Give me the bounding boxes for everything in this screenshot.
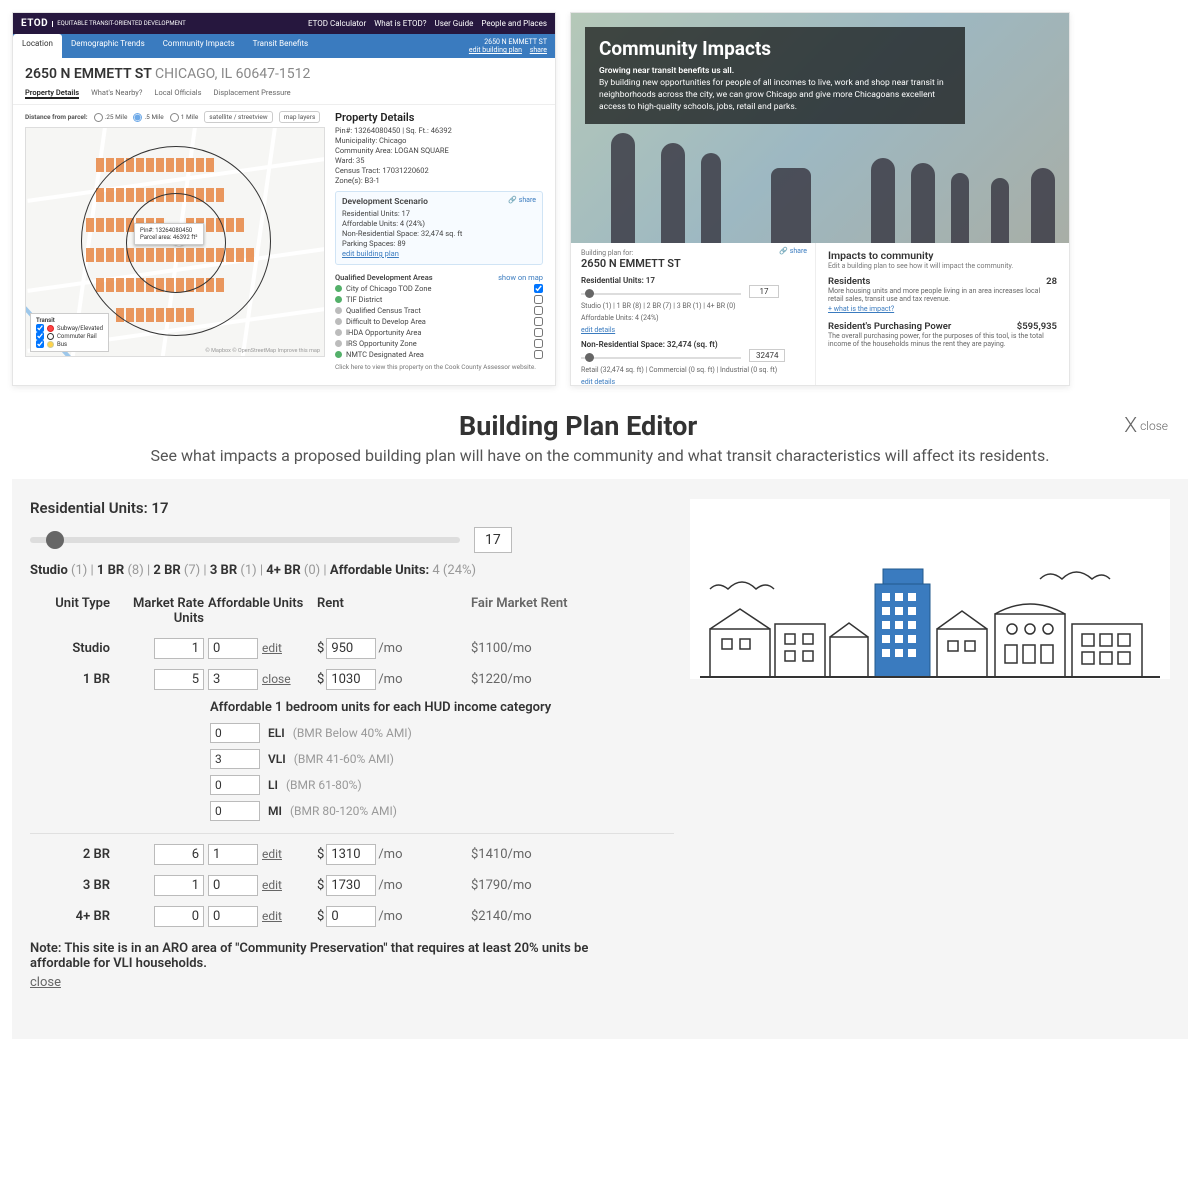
au-input[interactable]: 3	[208, 669, 258, 690]
editor-close[interactable]: X close	[1124, 414, 1168, 438]
bp-share[interactable]: 🔗 share	[779, 247, 807, 255]
unit-mix: Studio (1) | 1 BR (8) | 2 BR (7) | 3 BR …	[30, 563, 674, 578]
ru-slider[interactable]	[30, 537, 460, 543]
qda-check-2[interactable]	[534, 306, 543, 315]
map-credit: © Mapbox © OpenStreetMap Improve this ma…	[205, 348, 320, 354]
mr-input[interactable]: 1	[154, 875, 204, 896]
unit-row-1BR: 1 BR 5 3close $1030/mo $1220/mo	[30, 669, 674, 690]
rent-input[interactable]: 1030	[326, 669, 376, 690]
mr-input[interactable]: 6	[154, 844, 204, 865]
hud-input[interactable]: 3	[210, 749, 260, 769]
qda-check-1[interactable]	[534, 295, 543, 304]
radius-5[interactable]: .5 Mile	[133, 113, 163, 122]
radius-25[interactable]: .25 Mile	[94, 113, 128, 122]
app-tagline: EQUITABLE TRANSIT-ORIENTED DEVELOPMENT	[52, 21, 186, 27]
property-panel: ETOD EQUITABLE TRANSIT-ORIENTED DEVELOPM…	[12, 12, 556, 386]
nav-people[interactable]: People and Places	[481, 19, 547, 28]
rent-input[interactable]: 1310	[326, 844, 376, 865]
unit-row-Studio: Studio 1 0edit $950/mo $1100/mo	[30, 638, 674, 659]
hud-input[interactable]: 0	[210, 801, 260, 821]
rent-input[interactable]: 950	[326, 638, 376, 659]
au-input[interactable]: 0	[208, 638, 258, 659]
map-legend: Transit Subway/Elevated Commuter Rail Bu…	[30, 313, 109, 352]
ptab-displacement[interactable]: Displacement Pressure	[214, 88, 291, 99]
au-input[interactable]: 0	[208, 906, 258, 927]
bp-nrs-slider[interactable]	[581, 357, 741, 359]
unit-row-2BR: 2 BR 6 1edit $1310/mo $1410/mo	[30, 844, 674, 865]
unit-row-4BR: 4+ BR 0 0edit $0/mo $2140/mo	[30, 906, 674, 927]
map[interactable]: Pin#: 13264080450 Parcel area: 46392 ft²…	[25, 127, 325, 357]
dist-label: Distance from parcel:	[25, 113, 88, 121]
hero-image: Community Impacts Growing near transit b…	[571, 13, 1069, 243]
bp-ru-slider[interactable]	[581, 293, 741, 295]
nav-calc[interactable]: ETOD Calculator	[308, 19, 366, 28]
qda-check-5[interactable]	[534, 339, 543, 348]
ru-label: Residential Units: 17	[30, 499, 674, 517]
community-panel: Community Impacts Growing near transit b…	[570, 12, 1070, 386]
assessor-link[interactable]: Click here to view this property on the …	[335, 363, 543, 371]
city-illustration	[690, 499, 1170, 679]
dev-share[interactable]: 🔗 share	[508, 196, 536, 204]
app-header: ETOD EQUITABLE TRANSIT-ORIENTED DEVELOPM…	[13, 13, 555, 34]
sub-header: Location Demographic Trends Community Im…	[13, 34, 555, 58]
au-edit-link[interactable]: edit	[262, 878, 282, 892]
mr-input[interactable]: 5	[154, 669, 204, 690]
editor-title: Building Plan Editor	[459, 410, 697, 442]
ru-value[interactable]: 17	[474, 527, 512, 553]
qda-check-3[interactable]	[534, 317, 543, 326]
context-addr: 2650 N EMMETT ST	[469, 38, 547, 46]
au-edit-link[interactable]: edit	[262, 847, 282, 861]
legend-bus[interactable]	[36, 340, 44, 348]
legend-rail[interactable]	[36, 332, 44, 340]
au-edit-link[interactable]: edit	[262, 909, 282, 923]
rent-input[interactable]: 1730	[326, 875, 376, 896]
editor-close-link[interactable]: close	[30, 975, 61, 990]
au-input[interactable]: 1	[208, 844, 258, 865]
bp-nrs-edit[interactable]: edit details	[581, 378, 805, 386]
edit-plan-link[interactable]: edit building plan	[469, 46, 522, 54]
map-popup: Pin#: 13264080450 Parcel area: 46392 ft²	[134, 223, 204, 245]
unit-row-3BR: 3 BR 1 0edit $1730/mo $1790/mo	[30, 875, 674, 896]
aro-note: Note: This site is in an ARO area of "Co…	[30, 941, 590, 971]
rent-input[interactable]: 0	[326, 906, 376, 927]
au-input[interactable]: 0	[208, 875, 258, 896]
hud-input[interactable]: 0	[210, 723, 260, 743]
nav-guide[interactable]: User Guide	[435, 19, 474, 28]
bp-au-edit[interactable]: edit details	[581, 326, 805, 334]
details-title: Property Details	[335, 111, 543, 124]
radius-1[interactable]: 1 Mile	[170, 113, 199, 122]
dev-scenario-box: 🔗 share Development Scenario Residential…	[335, 191, 543, 265]
au-edit-link[interactable]: edit	[262, 641, 282, 655]
layers-toggle[interactable]: map layers	[279, 111, 321, 123]
mr-input[interactable]: 1	[154, 638, 204, 659]
tab-transit[interactable]: Transit Benefits	[244, 34, 318, 58]
ptab-officials[interactable]: Local Officials	[154, 88, 201, 99]
qda-check-0[interactable]	[534, 284, 543, 293]
qda-check-6[interactable]	[534, 350, 543, 359]
satellite-toggle[interactable]: satellite / streetview	[204, 111, 272, 123]
top-nav: ETOD Calculator What is ETOD? User Guide…	[308, 19, 547, 28]
qda-check-4[interactable]	[534, 328, 543, 337]
hero-title: Community Impacts	[599, 37, 951, 60]
au-edit-link[interactable]: close	[262, 672, 291, 686]
nav-what[interactable]: What is ETOD?	[374, 19, 426, 28]
editor-subtitle: See what impacts a proposed building pla…	[12, 446, 1188, 465]
address-heading: 2650 N EMMETT ST CHICAGO, IL 60647-1512	[25, 66, 543, 82]
ptab-details[interactable]: Property Details	[25, 88, 79, 99]
mr-input[interactable]: 0	[154, 906, 204, 927]
tab-community[interactable]: Community Impacts	[154, 34, 244, 58]
tab-demographics[interactable]: Demographic Trends	[62, 34, 154, 58]
legend-subway[interactable]	[36, 324, 44, 332]
share-link[interactable]: share	[530, 46, 547, 54]
app-logo: ETOD	[21, 18, 48, 29]
building-plan-editor: Building Plan Editor X close See what im…	[12, 410, 1188, 1039]
dev-edit-link[interactable]: edit building plan	[342, 249, 536, 258]
ptab-nearby[interactable]: What's Nearby?	[91, 88, 142, 99]
impact-residents-link[interactable]: + what is the impact?	[828, 305, 1057, 313]
tab-location[interactable]: Location	[13, 34, 62, 58]
hud-input[interactable]: 0	[210, 775, 260, 795]
